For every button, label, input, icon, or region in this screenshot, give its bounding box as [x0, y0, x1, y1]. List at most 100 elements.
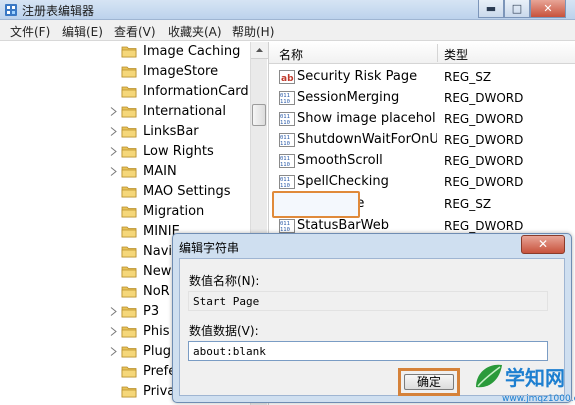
- expand-arrow-icon[interactable]: [110, 127, 117, 136]
- ok-button[interactable]: 确定: [404, 374, 454, 390]
- scroll-up-arrow[interactable]: [251, 42, 268, 59]
- leaf-logo-icon: [476, 364, 502, 388]
- tree-item-label: Image Caching: [143, 44, 241, 59]
- value-name-field: Start Page: [188, 291, 548, 311]
- expand-arrow-icon[interactable]: [110, 327, 117, 336]
- tree-item-label: ImageStore: [143, 64, 219, 79]
- value-row[interactable]: 011 110 Show image placehol... REG_DWORD: [269, 109, 569, 130]
- tree-item[interactable]: InformationCard T: [0, 82, 250, 102]
- menu-help[interactable]: 帮助(H): [232, 23, 274, 40]
- folder-icon: [121, 326, 137, 338]
- tree-item-label: MAIN: [143, 164, 177, 179]
- value-row[interactable]: 011 110 SessionMerging REG_DWORD: [269, 88, 569, 109]
- window-title: 注册表编辑器: [22, 4, 95, 18]
- value-type: REG_DWORD: [444, 133, 524, 147]
- tree-item-label: MAO Settings: [143, 184, 231, 199]
- folder-icon: [121, 246, 137, 258]
- svg-text:ab: ab: [281, 74, 294, 84]
- binary-value-icon: 011110: [279, 219, 295, 233]
- svg-text:110: 110: [280, 120, 290, 126]
- dialog-close-button[interactable]: ✕: [521, 235, 565, 254]
- folder-icon: [121, 166, 137, 178]
- value-row[interactable]: 011 110 ShutdownWaitForOnU... REG_DWORD: [269, 130, 569, 151]
- menu-file[interactable]: 文件(F): [10, 23, 50, 40]
- folder-icon: [121, 346, 137, 358]
- expand-arrow-icon[interactable]: [110, 147, 117, 156]
- value-type: REG_SZ: [444, 70, 492, 84]
- dialog-title: 编辑字符串: [179, 241, 240, 255]
- value-type: REG_DWORD: [444, 91, 524, 105]
- value-row[interactable]: 011 110 SmoothScroll REG_DWORD: [269, 151, 569, 172]
- watermark-url: www.jmqz1000.com: [502, 394, 575, 404]
- value-name: SmoothScroll: [297, 153, 383, 168]
- svg-text:110: 110: [280, 183, 290, 189]
- value-name: SessionMerging: [297, 90, 400, 105]
- folder-icon: [121, 66, 137, 78]
- tree-item[interactable]: Migration: [0, 202, 250, 222]
- tree-item-label: InformationCard T: [143, 84, 250, 99]
- tree-item-label: Migration: [143, 204, 205, 219]
- menu-bar: 文件(F) 编辑(E) 查看(V) 收藏夹(A) 帮助(H): [0, 20, 575, 41]
- folder-icon: [121, 106, 137, 118]
- menu-favorites[interactable]: 收藏夹(A): [168, 23, 222, 40]
- expand-arrow-icon[interactable]: [110, 347, 117, 356]
- tree-item[interactable]: MAO Settings: [0, 182, 250, 202]
- value-type: REG_SZ: [444, 197, 492, 211]
- binary-value-icon: 011110: [279, 175, 295, 189]
- regedit-icon: [5, 4, 17, 16]
- tree-item-label: P3: [143, 304, 160, 319]
- svg-text:110: 110: [280, 99, 290, 105]
- binary-value-icon: 011110: [279, 154, 295, 168]
- tree-item[interactable]: International: [0, 102, 250, 122]
- arrow-up-icon: [256, 48, 263, 52]
- svg-text:110: 110: [280, 141, 290, 147]
- folder-icon: [121, 306, 137, 318]
- tree-item[interactable]: Low Rights: [0, 142, 250, 162]
- value-type: REG_DWORD: [444, 219, 524, 233]
- expand-arrow-icon[interactable]: [110, 307, 117, 316]
- folder-icon: [121, 226, 137, 238]
- expand-arrow-icon[interactable]: [110, 107, 117, 116]
- value-name: ShutdownWaitForOnU...: [297, 132, 437, 147]
- folder-icon: [121, 266, 137, 278]
- value-name-label: 数值名称(N):: [189, 274, 260, 288]
- menu-view[interactable]: 查看(V): [114, 23, 156, 40]
- tree-item[interactable]: MAIN: [0, 162, 250, 182]
- menu-edit[interactable]: 编辑(E): [62, 23, 103, 40]
- close-button[interactable]: ✕: [530, 0, 566, 18]
- column-separator[interactable]: [437, 44, 438, 62]
- value-row[interactable]: 011 110 SpellChecking REG_DWORD: [269, 172, 569, 193]
- folder-icon: [121, 286, 137, 298]
- tree-item-label: New: [143, 264, 172, 279]
- value-type: REG_DWORD: [444, 175, 524, 189]
- value-type: REG_DWORD: [444, 112, 524, 126]
- tree-item-label: LinksBar: [143, 124, 199, 139]
- svg-text:110: 110: [280, 162, 290, 168]
- value-name: SpellChecking: [297, 174, 389, 189]
- tree-item[interactable]: ImageStore: [0, 62, 250, 82]
- folder-icon: [121, 46, 137, 58]
- folder-icon: [121, 146, 137, 158]
- tree-item[interactable]: Image Caching: [0, 42, 250, 62]
- tree-item-label: Priva: [143, 384, 176, 399]
- tree-item-label: Plug: [143, 344, 171, 359]
- folder-icon: [121, 186, 137, 198]
- folder-icon: [121, 386, 137, 398]
- tree-item-label: NoR: [143, 284, 170, 299]
- minimize-button[interactable]: ▬: [478, 0, 504, 18]
- folder-icon: [121, 206, 137, 218]
- column-name-header[interactable]: 名称: [279, 46, 303, 63]
- value-row[interactable]: ab Security Risk Page REG_SZ: [269, 67, 569, 88]
- binary-value-icon: 011110: [279, 91, 295, 105]
- ok-button-highlight: 确定: [398, 368, 460, 396]
- expand-arrow-icon[interactable]: [110, 167, 117, 176]
- maximize-button[interactable]: □: [504, 0, 530, 18]
- folder-icon: [121, 86, 137, 98]
- value-type: REG_DWORD: [444, 154, 524, 168]
- scroll-thumb[interactable]: [252, 104, 266, 126]
- tree-item-label: Low Rights: [143, 144, 214, 159]
- binary-value-icon: 011110: [279, 133, 295, 147]
- column-type-header[interactable]: 类型: [444, 46, 468, 63]
- tree-item[interactable]: LinksBar: [0, 122, 250, 142]
- column-header: 名称 类型: [269, 42, 575, 64]
